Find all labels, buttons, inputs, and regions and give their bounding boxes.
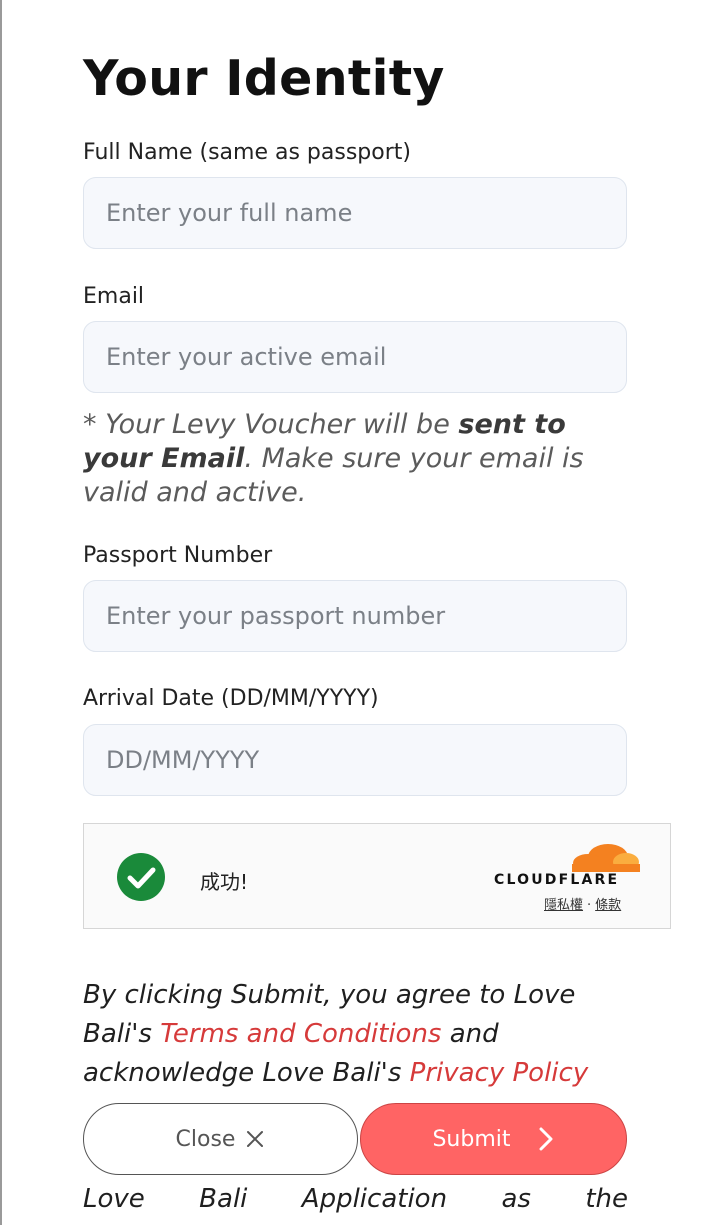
page-title: Your Identity xyxy=(83,50,445,107)
terms-and-conditions-link[interactable]: Terms and Conditions xyxy=(160,1019,441,1049)
captcha-status: 成功! xyxy=(200,870,249,894)
email-label: Email xyxy=(83,284,145,309)
email-note: * Your Levy Voucher will be sent to your… xyxy=(83,408,643,510)
cloudflare-logo: CLOUDFLARE xyxy=(494,872,620,888)
passport-label: Passport Number xyxy=(83,543,273,568)
bottom-word: as xyxy=(501,1184,531,1214)
arrival-date-label: Arrival Date (DD/MM/YYYY) xyxy=(83,686,379,711)
submit-button[interactable]: Submit xyxy=(360,1103,627,1175)
bottom-word: Bali xyxy=(199,1184,248,1214)
close-icon xyxy=(247,1131,264,1147)
close-button-content: Close xyxy=(90,1127,351,1152)
bottom-description-text: Love Bali Application as the xyxy=(83,1184,628,1214)
email-note-prefix: * Your Levy Voucher will be xyxy=(83,409,459,440)
arrival-date-input[interactable] xyxy=(83,724,627,796)
captcha-links: 隱私權 · 條款 xyxy=(544,894,621,913)
legal-agreement-text: By clicking Submit, you agree to Love Ba… xyxy=(83,976,643,1093)
full-name-label: Full Name (same as passport) xyxy=(83,140,411,165)
bottom-word: the xyxy=(585,1184,628,1214)
privacy-policy-link[interactable]: Privacy Policy xyxy=(410,1058,589,1088)
captcha-link-separator: · xyxy=(587,898,592,913)
check-icon xyxy=(117,853,165,901)
full-name-input[interactable] xyxy=(83,177,627,249)
bottom-word: Application xyxy=(301,1184,448,1214)
captcha-terms-link[interactable]: 條款 xyxy=(595,898,621,913)
cloudflare-cloud-icon xyxy=(572,844,640,872)
bottom-word: Love xyxy=(83,1184,145,1214)
captcha-privacy-link[interactable]: 隱私權 xyxy=(544,898,583,913)
chevron-right-icon xyxy=(539,1127,553,1151)
close-button[interactable]: Close xyxy=(83,1103,358,1175)
captcha-widget: 成功! CLOUDFLARE 隱私權 · 條款 xyxy=(83,823,671,929)
email-input[interactable] xyxy=(83,321,627,393)
passport-number-input[interactable] xyxy=(83,580,627,652)
close-button-label: Close xyxy=(175,1126,236,1152)
identity-form-page: Your Identity Full Name (same as passpor… xyxy=(0,0,703,1225)
submit-button-label: Submit xyxy=(432,1126,511,1152)
submit-button-content: Submit xyxy=(367,1127,620,1152)
